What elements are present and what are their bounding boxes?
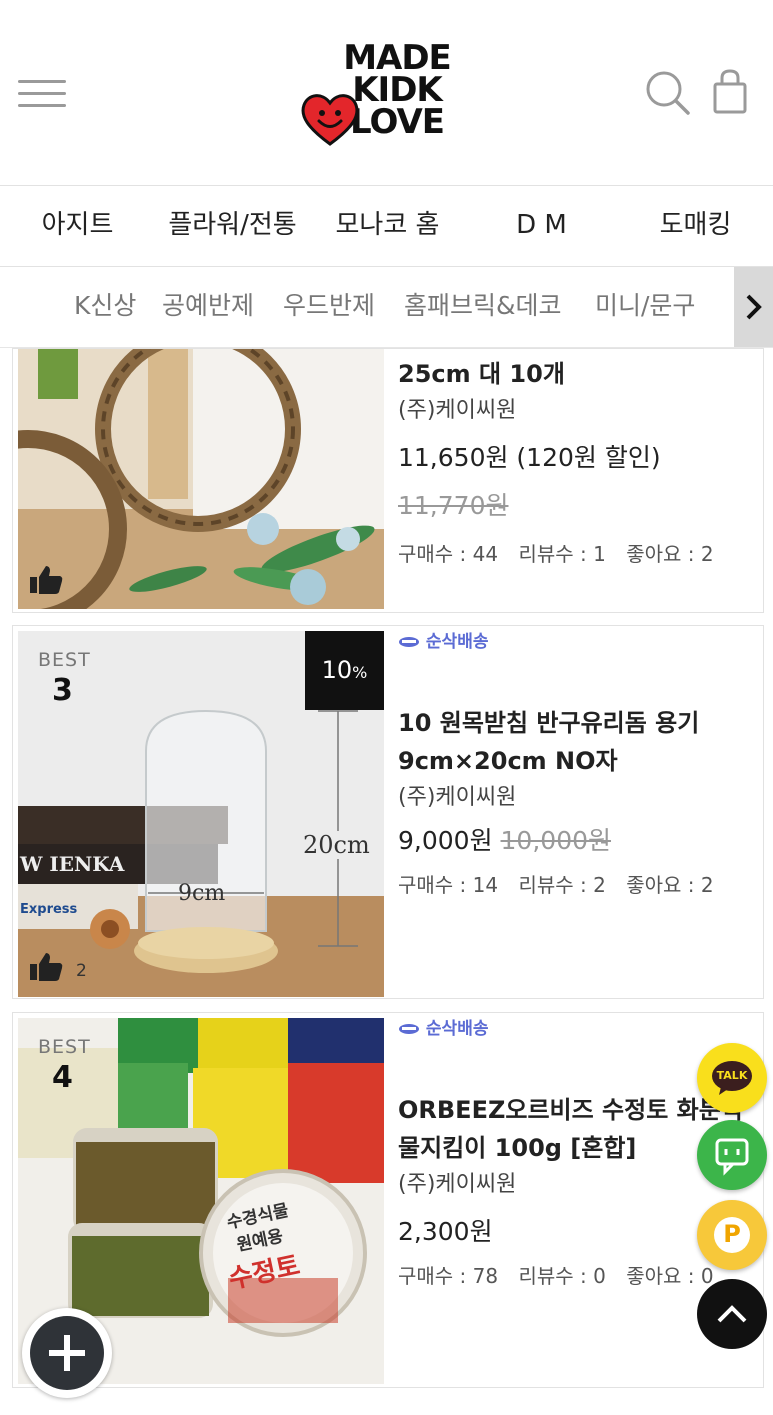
product-card[interactable]: W IENKA Express 20cm 9cm BEST 3 10% 2 순삭…: [12, 625, 764, 999]
secondary-category-nav: K신상 공예반제 우드반제 홈패브릭&데코 미니/문구: [0, 267, 773, 348]
subnav-item-home-fabric[interactable]: 홈패브릭&데코: [404, 267, 562, 347]
search-icon[interactable]: [644, 68, 690, 116]
point-label: P: [723, 1220, 741, 1248]
nav-item-domaeking[interactable]: 도매킹: [618, 186, 773, 266]
truck-icon: [399, 1024, 419, 1034]
product-card[interactable]: 수경식물 원예용 수정토 BEST 4 순삭배송 ORBEEZ오르비즈 수정토 …: [12, 1012, 764, 1388]
nav-item-monaco-home[interactable]: 모나코 홈: [310, 186, 465, 266]
review-count: 리뷰수 : 1: [518, 542, 606, 566]
shopping-bag-icon[interactable]: [708, 68, 754, 116]
like-count: 좋아요 : 2: [626, 873, 714, 897]
menu-icon[interactable]: [18, 78, 66, 110]
subnav-item-wood[interactable]: 우드반제: [283, 267, 375, 347]
talk-label: TALK: [716, 1069, 748, 1082]
product-original-price: 10,000원: [500, 826, 612, 855]
product-title[interactable]: 10 원목받침 반구유리돔 용기 9cm×20cm NO자: [398, 704, 758, 780]
point-button[interactable]: P: [697, 1200, 767, 1270]
best-rank: 3: [52, 673, 73, 708]
brand-logo[interactable]: MADE KIDK LOVE: [298, 40, 468, 150]
best-rank: 4: [52, 1060, 73, 1095]
product-stats: 구매수 : 14 리뷰수 : 2 좋아요 : 2: [398, 868, 758, 902]
fast-delivery-badge: 순삭배송: [398, 630, 758, 654]
subnav-next-button[interactable]: [734, 267, 773, 347]
product-stats: 구매수 : 44 리뷰수 : 1 좋아요 : 2: [398, 537, 758, 571]
product-price: 9,000원 10,000원: [398, 820, 758, 862]
nav-item-dm[interactable]: D M: [464, 186, 619, 266]
primary-category-nav: 아지트 플라워/전통 모나코 홈 D M 도매킹: [0, 186, 773, 267]
truck-icon: [399, 637, 419, 647]
like-count: 좋아요 : 2: [626, 542, 714, 566]
subnav-item-mini[interactable]: 미니/문구: [595, 267, 695, 347]
thumbs-up-icon: [30, 566, 63, 594]
discount-value: 10: [321, 656, 353, 684]
dome-height-label: 20cm: [303, 831, 370, 859]
discount-badge: 10%: [305, 631, 384, 710]
product-info: 25cm 대 10개 (주)케이씨원 11,650원 (120원 할인) 11,…: [398, 355, 758, 571]
svg-text:Express: Express: [20, 902, 78, 917]
wreath-photo: [18, 349, 384, 609]
product-seller: (주)케이씨원: [398, 398, 517, 423]
chat-button[interactable]: [697, 1120, 767, 1190]
heart-logo-icon: [301, 94, 359, 146]
chevron-right-icon: [746, 294, 762, 320]
review-count: 리뷰수 : 0: [518, 1264, 606, 1288]
product-title[interactable]: ORBEEZ오르비즈 수정토 화분식 물지킴이 100g [혼합]: [398, 1091, 743, 1167]
product-title[interactable]: 25cm 대 10개: [398, 355, 758, 393]
dome-width-label: 9cm: [178, 881, 226, 906]
product-info: 순삭배송 10 원목받침 반구유리돔 용기 9cm×20cm NO자 (주)케이…: [398, 630, 758, 902]
nav-item-azit[interactable]: 아지트: [0, 186, 155, 266]
subnav-item-k-new[interactable]: K신상: [74, 267, 136, 347]
product-image-glass-dome[interactable]: W IENKA Express 20cm 9cm BEST 3 10% 2: [18, 631, 384, 997]
discount-unit: %: [352, 663, 368, 682]
chat-icon: [715, 1138, 749, 1176]
app-header: MADE KIDK LOVE: [0, 0, 773, 186]
purchase-count: 구매수 : 78: [398, 1264, 499, 1288]
purchase-count: 구매수 : 14: [398, 873, 499, 897]
purchase-count: 구매수 : 44: [398, 542, 499, 566]
thumbs-up-icon: [30, 953, 63, 981]
sale-price: 9,000원: [398, 826, 493, 855]
plus-icon: [30, 1316, 104, 1390]
quick-menu-button[interactable]: [22, 1308, 112, 1398]
product-original-price: 11,770원: [398, 491, 509, 520]
scroll-top-button[interactable]: [697, 1279, 767, 1349]
kakao-talk-button[interactable]: TALK: [697, 1043, 767, 1113]
review-count: 리뷰수 : 2: [518, 873, 606, 897]
thumb-like-count: 2: [76, 961, 87, 981]
product-card[interactable]: 25cm 대 10개 (주)케이씨원 11,650원 (120원 할인) 11,…: [12, 348, 764, 613]
product-price: 11,650원 (120원 할인): [398, 443, 661, 472]
chevron-up-icon: [717, 1305, 747, 1323]
best-label: BEST: [38, 1036, 91, 1058]
product-image-wreath[interactable]: [18, 349, 384, 609]
fast-delivery-badge: 순삭배송: [398, 1017, 758, 1041]
best-label: BEST: [38, 649, 91, 671]
svg-text:W IENKA: W IENKA: [19, 852, 125, 876]
nav-item-flower[interactable]: 플라워/전통: [155, 186, 310, 266]
product-seller: (주)케이씨원: [398, 785, 517, 810]
subnav-item-craft[interactable]: 공예반제: [162, 267, 254, 347]
